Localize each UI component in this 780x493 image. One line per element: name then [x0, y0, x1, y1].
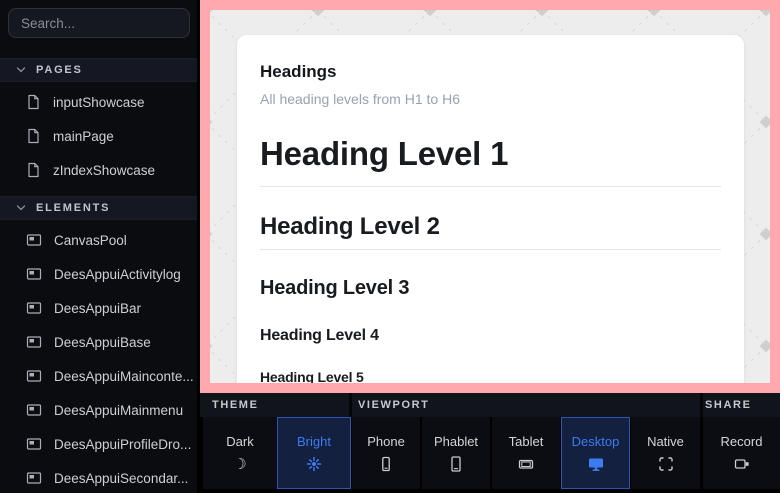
- sidebar-item-zindexshowcase[interactable]: zIndexShowcase: [0, 153, 197, 187]
- viewport-desktop-button[interactable]: Desktop: [561, 417, 630, 489]
- share-section-label: SHARE: [705, 399, 752, 411]
- sidebar-item-label: inputShowcase: [53, 95, 145, 110]
- theme-dark-button[interactable]: Dark ☽: [203, 417, 277, 489]
- sidebar-item-label: DeesAppuiProfileDro...: [54, 437, 191, 452]
- sidebar-item-label: DeesAppuiMainconte...: [54, 369, 194, 384]
- sidebar-item-label: DeesAppuiActivitylog: [54, 267, 181, 282]
- card-title: Headings: [260, 61, 721, 83]
- search-input[interactable]: [8, 8, 190, 38]
- record-icon: [734, 456, 750, 472]
- bottom-toolbar: THEME VIEWPORT SHARE Dark ☽ Bright Phone: [200, 393, 780, 493]
- button-label: Phone: [367, 434, 405, 449]
- section-header-pages[interactable]: PAGES: [0, 58, 197, 82]
- section-label: PAGES: [36, 64, 83, 76]
- button-label: Bright: [297, 434, 331, 449]
- section-divider: [349, 393, 352, 417]
- sidebar-item-deesappuibar[interactable]: DeesAppuiBar: [0, 291, 197, 325]
- preview-canvas: Headings All heading levels from H1 to H…: [210, 10, 770, 383]
- phablet-icon: [448, 456, 464, 472]
- element-icon: [26, 300, 42, 316]
- section-label: ELEMENTS: [36, 202, 110, 214]
- sidebar-item-deesappuimaincontent[interactable]: DeesAppuiMainconte...: [0, 359, 197, 393]
- sidebar-item-inputshowcase[interactable]: inputShowcase: [0, 85, 197, 119]
- page-icon: [26, 162, 41, 178]
- element-icon: [26, 334, 42, 350]
- chevron-down-icon: [16, 65, 26, 75]
- element-icon: [26, 266, 42, 282]
- heading-level-1: Heading Level 1: [260, 134, 721, 187]
- heading-level-2: Heading Level 2: [260, 213, 721, 250]
- button-label: Dark: [226, 434, 253, 449]
- share-record-button[interactable]: Record: [703, 417, 780, 489]
- viewport-tablet-button[interactable]: Tablet: [492, 417, 560, 489]
- desktop-icon: [588, 456, 604, 472]
- sidebar-item-label: zIndexShowcase: [53, 163, 155, 178]
- sidebar-item-mainpage[interactable]: mainPage: [0, 119, 197, 153]
- elements-list: CanvasPool DeesAppuiActivitylog DeesAppu…: [0, 223, 197, 493]
- moon-icon: ☽: [233, 456, 246, 472]
- sidebar-tree: PAGES inputShowcase mainPage zIndexShowc…: [0, 58, 197, 493]
- heading-level-4: Heading Level 4: [260, 326, 721, 346]
- headings-demo-card: Headings All heading levels from H1 to H…: [237, 35, 744, 383]
- sidebar-item-deesappuisecondarymenu[interactable]: DeesAppuiSecondar...: [0, 461, 197, 493]
- element-icon: [26, 232, 42, 248]
- viewport-phablet-button[interactable]: Phablet: [422, 417, 490, 489]
- element-icon: [26, 368, 42, 384]
- viewport-section-label: VIEWPORT: [358, 399, 429, 411]
- theme-bright-button[interactable]: Bright: [277, 417, 351, 489]
- element-icon: [26, 402, 42, 418]
- search-box: [8, 8, 190, 38]
- sidebar-item-label: DeesAppuiSecondar...: [54, 471, 188, 486]
- button-label: Record: [721, 434, 763, 449]
- element-icon: [26, 436, 42, 452]
- sidebar-item-label: mainPage: [53, 129, 114, 144]
- button-label: Desktop: [572, 434, 620, 449]
- element-icon: [26, 470, 42, 486]
- button-label: Native: [647, 434, 684, 449]
- section-divider: [700, 393, 703, 417]
- chevron-down-icon: [16, 203, 26, 213]
- sidebar-item-deesappuimainmenu[interactable]: DeesAppuiMainmenu: [0, 393, 197, 427]
- preview-frame: Headings All heading levels from H1 to H…: [200, 0, 780, 393]
- sidebar-item-canvaspool[interactable]: CanvasPool: [0, 223, 197, 257]
- sidebar: PAGES inputShowcase mainPage zIndexShowc…: [0, 0, 197, 493]
- button-label: Phablet: [434, 434, 478, 449]
- sidebar-item-label: DeesAppuiMainmenu: [54, 403, 183, 418]
- page-icon: [26, 128, 41, 144]
- sidebar-item-label: DeesAppuiBase: [54, 335, 151, 350]
- heading-level-3: Heading Level 3: [260, 276, 721, 300]
- sidebar-item-label: DeesAppuiBar: [54, 301, 141, 316]
- viewport-native-button[interactable]: Native: [631, 417, 700, 489]
- sparkle-icon: [306, 456, 322, 472]
- phone-icon: [378, 456, 394, 472]
- section-header-elements[interactable]: ELEMENTS: [0, 196, 197, 220]
- heading-level-5: Heading Level 5: [260, 368, 721, 383]
- card-subtitle: All heading levels from H1 to H6: [260, 90, 721, 108]
- tablet-icon: [518, 456, 534, 472]
- theme-section-label: THEME: [212, 399, 259, 411]
- sidebar-item-label: CanvasPool: [54, 233, 127, 248]
- button-label: Tablet: [509, 434, 544, 449]
- toolbar-header: THEME VIEWPORT SHARE: [200, 393, 780, 417]
- sidebar-item-deesappuibase[interactable]: DeesAppuiBase: [0, 325, 197, 359]
- viewport-phone-button[interactable]: Phone: [352, 417, 420, 489]
- sidebar-item-deesappuiactivitylog[interactable]: DeesAppuiActivitylog: [0, 257, 197, 291]
- page-icon: [26, 94, 41, 110]
- sidebar-item-deesappuiprofiledropdown[interactable]: DeesAppuiProfileDro...: [0, 427, 197, 461]
- native-icon: [658, 456, 674, 472]
- pages-list: inputShowcase mainPage zIndexShowcase: [0, 85, 197, 187]
